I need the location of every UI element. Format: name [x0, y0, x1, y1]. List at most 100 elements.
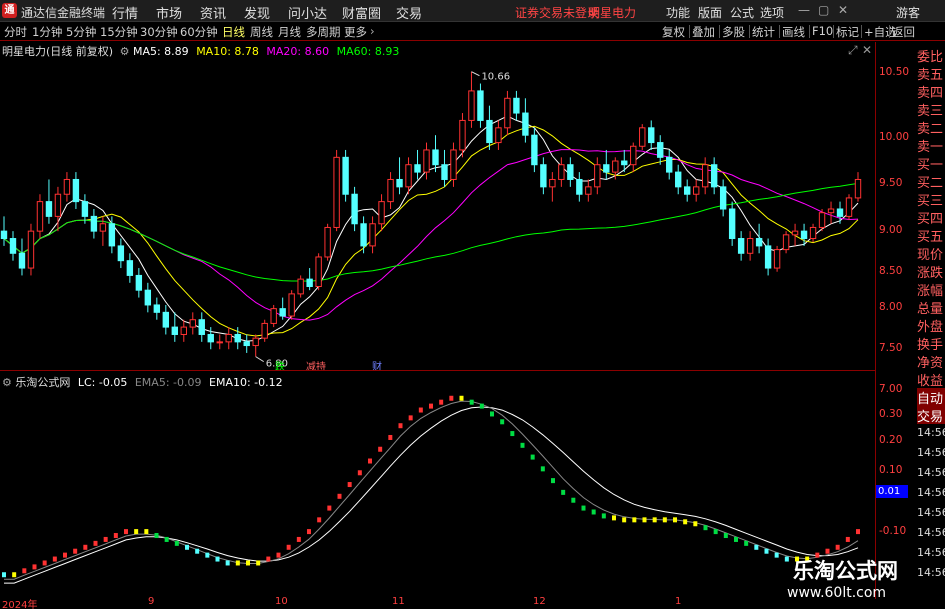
menu-ask-xiaoda[interactable]: 问小达 [288, 3, 327, 22]
period-1min[interactable]: 1分钟 [32, 24, 62, 40]
candle-down [684, 186, 691, 195]
candle-down [72, 178, 80, 203]
menu-news[interactable]: 资讯 [200, 3, 226, 22]
minimize-icon[interactable]: — [798, 3, 810, 17]
lc-mark [195, 548, 200, 554]
side-auto-button[interactable]: 自动 [917, 388, 945, 406]
chevron-right-icon[interactable]: › [370, 24, 375, 38]
f10-button[interactable]: F10 [812, 24, 833, 38]
side-outer-volume[interactable]: 外盘 [917, 316, 945, 334]
layout-button[interactable]: 版面 [698, 4, 722, 21]
multi-stock-button[interactable]: 多股 [722, 24, 745, 40]
toolbar-divider [719, 25, 720, 38]
candle-down [234, 333, 241, 343]
lc-mark [662, 517, 667, 523]
candle-up [468, 90, 475, 121]
adjust-button[interactable]: 复权 [662, 24, 685, 40]
period-weekly[interactable]: 周线 [250, 24, 273, 40]
legend-ema5: EMA5: -0.09 [134, 376, 202, 389]
side-bid-1[interactable]: 买一 [917, 154, 945, 172]
statistics-button[interactable]: 统计 [752, 24, 775, 40]
chart-close-icon[interactable]: ✕ [862, 43, 872, 57]
indicator-value-box: 0.01 [876, 485, 908, 498]
period-5min[interactable]: 5分钟 [66, 24, 96, 40]
period-15min[interactable]: 15分钟 [100, 24, 138, 40]
toolbar-divider [861, 25, 862, 38]
candle-up [459, 119, 466, 151]
x-axis: 2024年 9 10 11 12 1 [0, 596, 875, 609]
stock-title: 明星电力 [588, 6, 637, 20]
candle-up [324, 226, 331, 258]
chart-canvas[interactable]: 10.666.80跌 减持财 [0, 42, 875, 599]
side-net-assets[interactable]: 净资 [917, 352, 945, 370]
lc-mark [856, 529, 860, 535]
period-daily[interactable]: 日线 [222, 24, 245, 40]
side-trade-button[interactable]: 交易 [917, 406, 945, 424]
side-bid-5[interactable]: 买五 [917, 226, 945, 244]
side-ask-5[interactable]: 卖五 [917, 64, 945, 82]
candle-up [818, 212, 826, 228]
y-tick-label: 0.10 [879, 464, 903, 476]
period-intraday[interactable]: 分时 [4, 24, 27, 40]
mark-button[interactable]: 标记 [836, 24, 859, 40]
chart-area[interactable]: 10.66 6.80 跌减持财 [0, 42, 875, 599]
candle-up [36, 201, 44, 232]
y-tick-label: 9.50 [879, 177, 903, 189]
period-60min[interactable]: 60分钟 [180, 24, 218, 40]
menu-trade[interactable]: 交易 [396, 3, 422, 22]
side-last-price[interactable]: 现价 [917, 244, 945, 262]
lc-mark [703, 525, 708, 531]
candle-down [81, 201, 89, 217]
lc-mark [591, 509, 596, 515]
lc-mark [164, 536, 169, 542]
side-bid-2[interactable]: 买二 [917, 172, 945, 190]
side-bid-4[interactable]: 买四 [917, 208, 945, 226]
quote-side-panel: 委比 卖五 卖四 卖三 卖二 卖一 买一 买二 买三 买四 买五 现价 涨跌 涨… [916, 42, 945, 609]
side-earnings[interactable]: 收益 [917, 370, 945, 388]
options-button[interactable]: 选项 [760, 4, 784, 21]
side-volume[interactable]: 总量 [917, 298, 945, 316]
side-bid-ask-ratio[interactable]: 委比 [917, 46, 945, 64]
side-ask-2[interactable]: 卖二 [917, 118, 945, 136]
side-bid-3[interactable]: 买三 [917, 190, 945, 208]
ema10-line [4, 406, 859, 584]
side-ask-4[interactable]: 卖四 [917, 82, 945, 100]
candle-down [9, 238, 17, 254]
guest-button[interactable]: 游客 [896, 4, 920, 21]
back-button[interactable]: 返回 [892, 24, 915, 40]
function-button[interactable]: 功能 [666, 4, 690, 21]
formula-button[interactable]: 公式 [730, 4, 754, 21]
menu-discover[interactable]: 发现 [244, 3, 270, 22]
candle-down [243, 341, 250, 347]
menu-market[interactable]: 市场 [156, 3, 182, 22]
lc-mark [215, 556, 220, 562]
draw-line-button[interactable]: 画线 [782, 24, 805, 40]
lc-mark [764, 548, 769, 554]
side-change-pct[interactable]: 涨幅 [917, 280, 945, 298]
side-change[interactable]: 涨跌 [917, 262, 945, 280]
chart-expand-icon[interactable]: ⤢ [848, 43, 858, 58]
side-ask-1[interactable]: 卖一 [917, 136, 945, 154]
lc-mark [500, 419, 505, 425]
lc-mark [246, 560, 250, 566]
menu-wealth-circle[interactable]: 财富圈 [342, 3, 381, 22]
side-turnover[interactable]: 换手 [917, 334, 945, 352]
overlay-button[interactable]: 叠加 [692, 24, 715, 40]
candle-down [162, 311, 170, 328]
app-logo-icon: 通 [2, 3, 17, 18]
candle-down [737, 238, 745, 254]
close-icon[interactable]: ✕ [838, 3, 848, 17]
lc-mark [276, 552, 281, 558]
lc-mark [754, 544, 759, 550]
side-ask-3[interactable]: 卖三 [917, 100, 945, 118]
period-multi[interactable]: 多周期 [306, 24, 341, 40]
restore-icon[interactable]: ▢ [818, 3, 829, 17]
lc-mark [561, 489, 566, 495]
gear-icon[interactable]: ⚙ [2, 376, 12, 389]
period-more[interactable]: 更多 [344, 24, 367, 40]
gear-icon[interactable]: ⚙ [120, 45, 130, 58]
login-status[interactable]: 证券交易未登录 [515, 4, 599, 21]
period-monthly[interactable]: 月线 [278, 24, 301, 40]
menu-market-quotes[interactable]: 行情 [112, 3, 138, 22]
period-30min[interactable]: 30分钟 [140, 24, 178, 40]
